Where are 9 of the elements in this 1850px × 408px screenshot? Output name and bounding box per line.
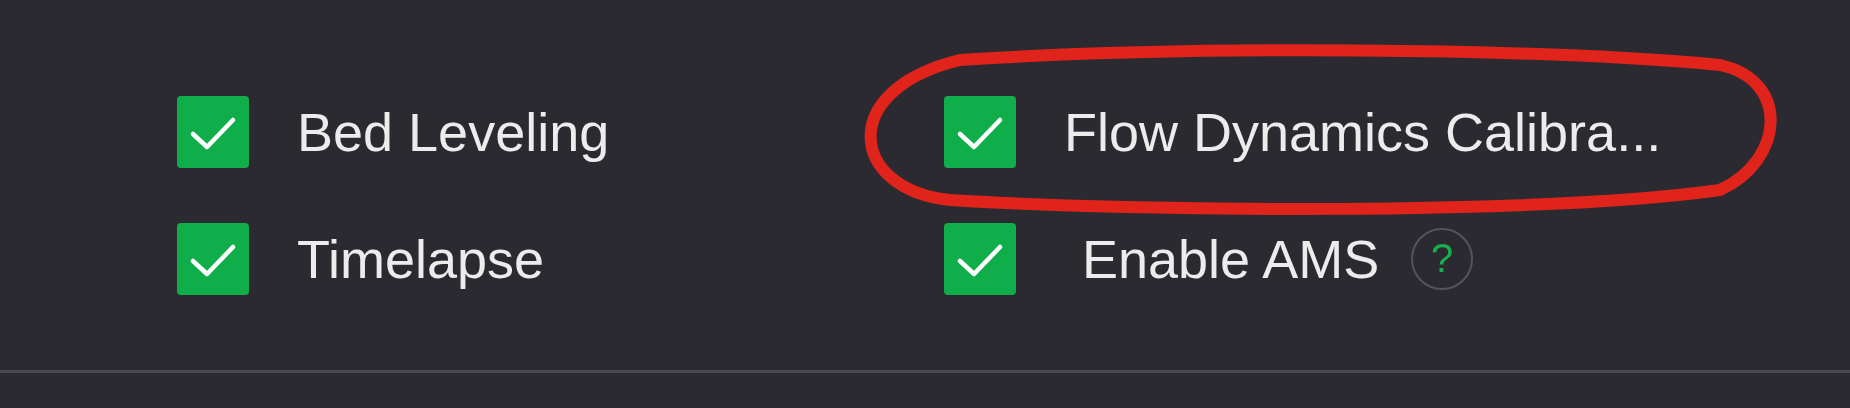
help-button[interactable]: ? <box>1411 227 1474 290</box>
checkbox[interactable] <box>177 95 249 168</box>
checkbox[interactable] <box>944 222 1016 295</box>
checkbox[interactable] <box>177 222 249 295</box>
checkbox[interactable] <box>944 95 1016 168</box>
option-label: Enable AMS <box>1082 227 1380 290</box>
option-label: Flow Dynamics Calibra... <box>1064 100 1662 163</box>
option-label: Timelapse <box>297 227 545 290</box>
option-label: Bed Leveling <box>297 100 610 163</box>
